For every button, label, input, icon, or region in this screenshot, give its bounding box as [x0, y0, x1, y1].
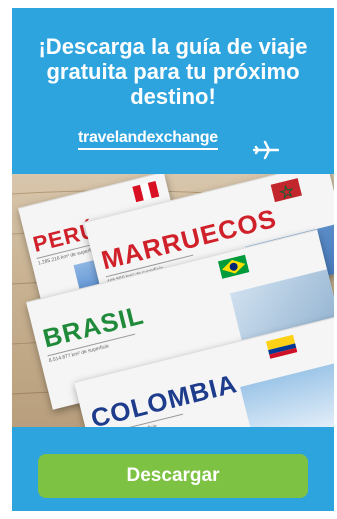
airplane-icon: [253, 140, 279, 160]
brazil-flag: [217, 254, 250, 279]
ad-headline: ¡Descarga la guía de viaje gratuita para…: [38, 34, 308, 109]
travel-guide-ad[interactable]: ¡Descarga la guía de viaje gratuita para…: [12, 8, 334, 511]
download-button[interactable]: Descargar: [38, 454, 308, 498]
colombia-flag: [265, 334, 298, 359]
peru-flag: [132, 180, 160, 203]
morocco-flag: [270, 177, 303, 203]
brand-logo: travelandexchange: [78, 129, 218, 150]
guides-photo: PERÚ 1.285.216 km² de superficie MARRUEC…: [12, 174, 334, 427]
